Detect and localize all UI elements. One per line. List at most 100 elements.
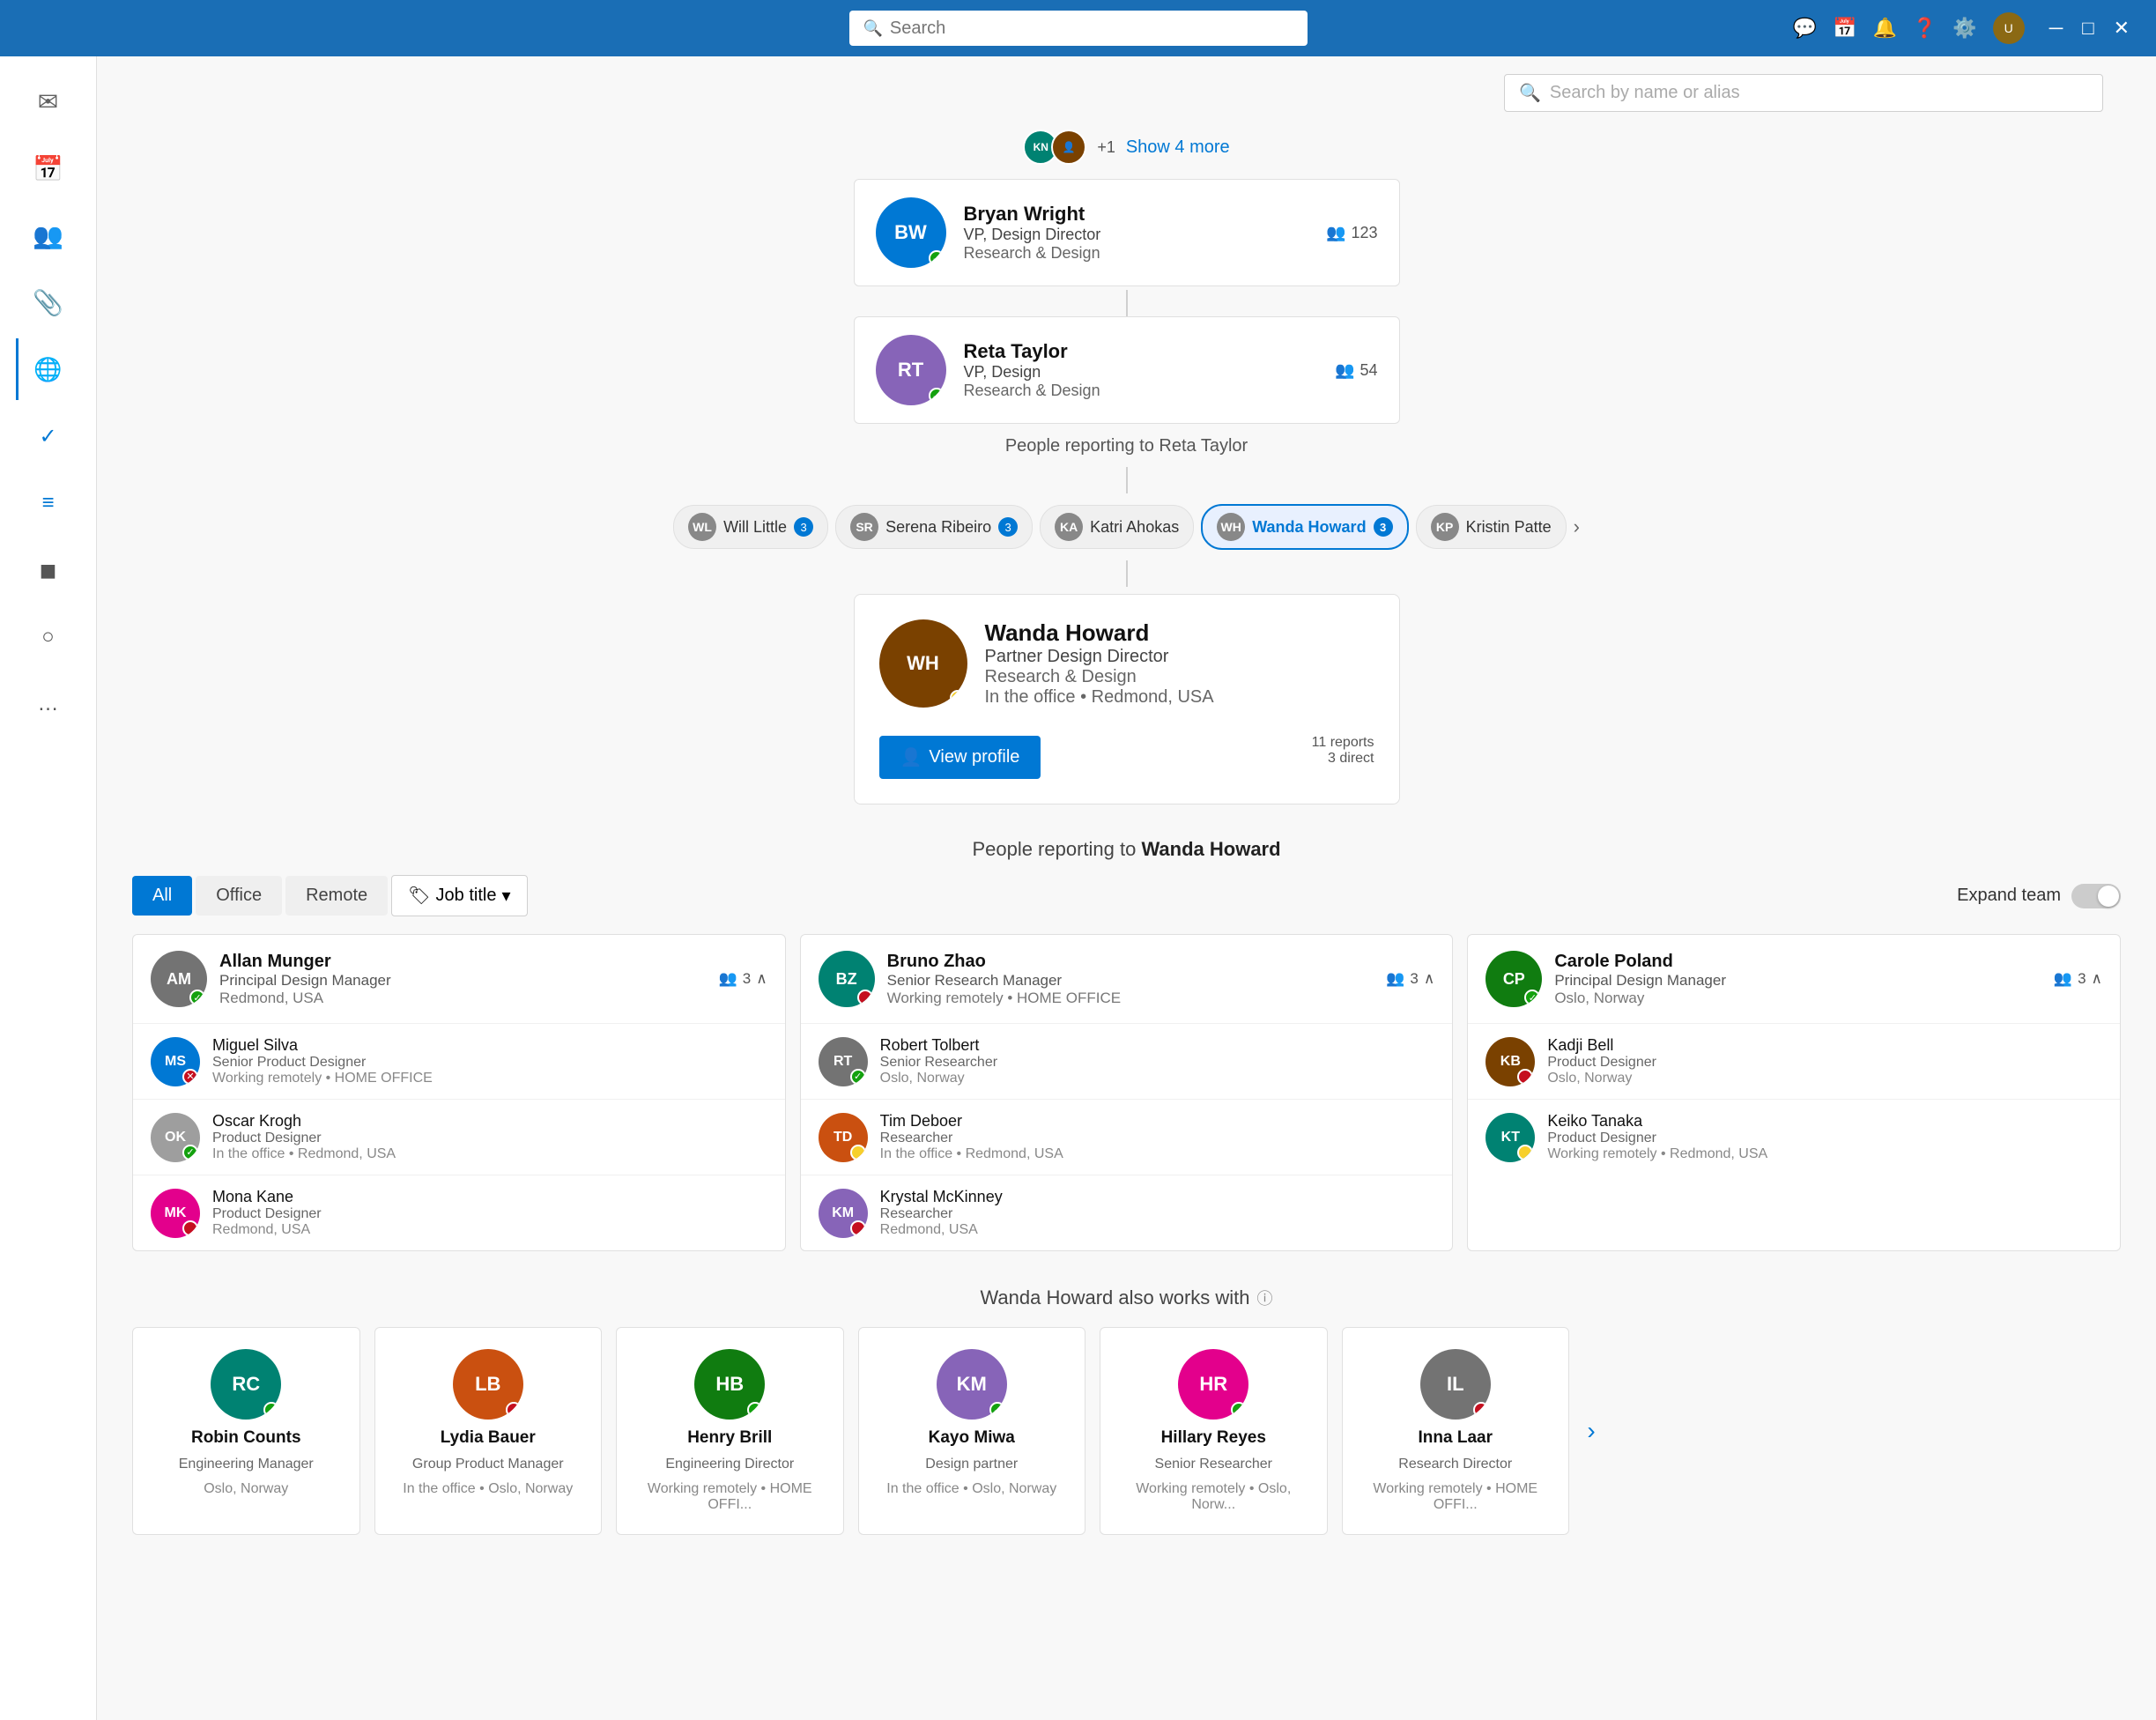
- team-member-robert[interactable]: RT ✓ Robert Tolbert Senior Researcher Os…: [801, 1024, 1453, 1100]
- carole-count-val: 3: [2078, 970, 2086, 988]
- outlook-icon: ○: [41, 625, 55, 649]
- settings-icon[interactable]: ⚙️: [1952, 17, 1976, 40]
- wanda-avatar-large: WH: [879, 619, 967, 708]
- kadji-name: Kadji Bell: [1547, 1036, 1656, 1055]
- kadji-avatar: KB: [1485, 1037, 1535, 1086]
- app-layout: ✉ 📅 👥 📎 🌐 ✓ ≡ ◼ ○ …: [0, 56, 2156, 1720]
- expand-team-switch[interactable]: [2071, 884, 2121, 908]
- bruno-header[interactable]: BZ Bruno Zhao Senior Research Manager Wo…: [801, 935, 1453, 1024]
- team-member-tim[interactable]: TD Tim Deboer Researcher In the office •…: [801, 1100, 1453, 1175]
- help-icon[interactable]: ❓: [1913, 17, 1937, 40]
- allan-header[interactable]: AM ✓ Allan Munger Principal Design Manag…: [133, 935, 785, 1024]
- bruno-count: 👥 3 ∧: [1386, 970, 1434, 988]
- wanda-chip-name: Wanda Howard: [1252, 518, 1366, 537]
- chat-icon[interactable]: 💬: [1793, 17, 1817, 40]
- chip-serena[interactable]: SR Serena Ribeiro 3: [835, 505, 1033, 549]
- people-search-input[interactable]: 🔍 Search by name or alias: [1504, 74, 2103, 112]
- filter-tab-remote[interactable]: Remote: [285, 876, 388, 916]
- sidebar-item-more[interactable]: …: [18, 673, 79, 735]
- reporting-chips: WL Will Little 3 SR Serena Ribeiro 3 KA: [673, 504, 1580, 550]
- maximize-button[interactable]: □: [2073, 17, 2102, 40]
- titlebar-search[interactable]: 🔍: [849, 11, 1308, 46]
- works-card-hillary[interactable]: HR ✓ Hillary Reyes Senior Researcher Wor…: [1100, 1327, 1328, 1535]
- hillary-role: Senior Researcher: [1155, 1457, 1272, 1472]
- works-card-robin[interactable]: RC ✓ Robin Counts Engineering Manager Os…: [132, 1327, 360, 1535]
- user-avatar[interactable]: U: [1993, 12, 2025, 44]
- bruno-role: Senior Research Manager: [887, 972, 1121, 990]
- calendar-icon[interactable]: 📅: [1833, 17, 1856, 40]
- close-button[interactable]: ✕: [2105, 17, 2138, 40]
- job-title-filter-button[interactable]: 🏷 Job title ▾: [391, 875, 527, 916]
- kadji-role: Product Designer: [1547, 1055, 1656, 1071]
- expand-team-toggle: Expand team: [1957, 884, 2121, 908]
- chip-will[interactable]: WL Will Little 3: [673, 505, 828, 549]
- wanda-location: In the office • Redmond, USA: [985, 687, 1214, 708]
- team-member-miguel[interactable]: MS ✕ Miguel Silva Senior Product Designe…: [133, 1024, 785, 1100]
- expand-team-label: Expand team: [1957, 886, 2061, 906]
- tim-avatar: TD: [819, 1113, 868, 1162]
- people-icon: 👥: [33, 221, 63, 250]
- bryan-info: Bryan Wright VP, Design Director Researc…: [964, 203, 1309, 263]
- team-member-krystal[interactable]: KM Krystal McKinney Researcher Redmond, …: [801, 1175, 1453, 1250]
- view-profile-button[interactable]: 👤 View profile: [879, 736, 1041, 779]
- filter-tab-office[interactable]: Office: [196, 876, 282, 916]
- chips-more-button[interactable]: ›: [1574, 515, 1580, 538]
- chip-katri[interactable]: KA Katri Ahokas: [1040, 505, 1194, 549]
- also-works-next-button[interactable]: ›: [1569, 1417, 1613, 1445]
- person-card-bryan[interactable]: BW ✓ Bryan Wright VP, Design Director Re…: [854, 179, 1400, 286]
- reta-status: ✓: [929, 388, 945, 404]
- connector-line-2: [1126, 467, 1128, 493]
- lists-icon: ≡: [41, 491, 54, 515]
- krystal-avatar: KM: [819, 1189, 868, 1238]
- people-icon: 👥: [2054, 970, 2072, 988]
- filter-tab-all[interactable]: All: [132, 876, 192, 916]
- team-member-keiko[interactable]: KT Keiko Tanaka Product Designer Working…: [1468, 1100, 2120, 1175]
- works-card-henry[interactable]: HB ✓ Henry Brill Engineering Director Wo…: [616, 1327, 844, 1535]
- minimize-button[interactable]: ─: [2041, 17, 2072, 40]
- team-column-bruno: BZ Bruno Zhao Senior Research Manager Wo…: [800, 934, 1454, 1251]
- attach-icon: 📎: [33, 288, 63, 317]
- carole-header[interactable]: CP ✓ Carole Poland Principal Design Mana…: [1468, 935, 2120, 1024]
- hillary-name: Hillary Reyes: [1161, 1428, 1266, 1448]
- keiko-role: Product Designer: [1547, 1131, 1767, 1146]
- chevron-up-icon[interactable]: ∧: [756, 970, 767, 988]
- kadji-info: Kadji Bell Product Designer Oslo, Norway: [1547, 1036, 1656, 1086]
- works-card-inna[interactable]: IL Inna Laar Research Director Working r…: [1342, 1327, 1570, 1535]
- team-member-oscar[interactable]: OK ✓ Oscar Krogh Product Designer In the…: [133, 1100, 785, 1175]
- sidebar-item-mail[interactable]: ✉: [18, 70, 79, 132]
- carole-status: ✓: [1524, 990, 1540, 1005]
- team-member-kadji[interactable]: KB Kadji Bell Product Designer Oslo, Nor…: [1468, 1024, 2120, 1100]
- sidebar-item-teams[interactable]: ◼: [18, 539, 79, 601]
- bryan-dept: Research & Design: [964, 244, 1309, 263]
- oscar-name: Oscar Krogh: [212, 1112, 396, 1131]
- lydia-status: [506, 1402, 522, 1418]
- reta-title: VP, Design: [964, 363, 1318, 382]
- bell-icon[interactable]: 🔔: [1872, 17, 1896, 40]
- robin-loc: Oslo, Norway: [204, 1481, 288, 1497]
- katri-chip-avatar: KA: [1055, 513, 1083, 541]
- works-card-kayo[interactable]: KM ✓ Kayo Miwa Design partner In the off…: [858, 1327, 1086, 1535]
- sidebar-item-tasks[interactable]: ✓: [18, 405, 79, 467]
- team-member-mona[interactable]: MK Mona Kane Product Designer Redmond, U…: [133, 1175, 785, 1250]
- titlebar-search-input[interactable]: [890, 19, 1293, 39]
- sidebar-item-outlook[interactable]: ○: [18, 606, 79, 668]
- bryan-name: Bryan Wright: [964, 203, 1309, 226]
- person-card-reta[interactable]: RT ✓ Reta Taylor VP, Design Research & D…: [854, 316, 1400, 424]
- sidebar-item-calendar[interactable]: 📅: [18, 137, 79, 199]
- chip-wanda[interactable]: WH Wanda Howard 3: [1201, 504, 1408, 550]
- sidebar-item-org-chart[interactable]: 🌐: [16, 338, 78, 400]
- henry-name: Henry Brill: [687, 1428, 772, 1448]
- works-card-lydia[interactable]: LB Lydia Bauer Group Product Manager In …: [374, 1327, 603, 1535]
- lydia-role: Group Product Manager: [412, 1457, 564, 1472]
- chevron-up-icon[interactable]: ∧: [2092, 970, 2102, 988]
- sidebar-item-attach[interactable]: 📎: [18, 271, 79, 333]
- bruno-count-val: 3: [1410, 970, 1418, 988]
- sidebar-item-people[interactable]: 👥: [18, 204, 79, 266]
- allan-status: ✓: [189, 990, 205, 1005]
- show-more-button[interactable]: Show 4 more: [1126, 137, 1230, 158]
- chevron-up-icon[interactable]: ∧: [1424, 970, 1434, 988]
- avatar-stack: KN 👤: [1023, 130, 1086, 165]
- chip-kristin[interactable]: KP Kristin Patte: [1416, 505, 1567, 549]
- tasks-icon: ✓: [39, 424, 56, 449]
- sidebar-item-lists[interactable]: ≡: [18, 472, 79, 534]
